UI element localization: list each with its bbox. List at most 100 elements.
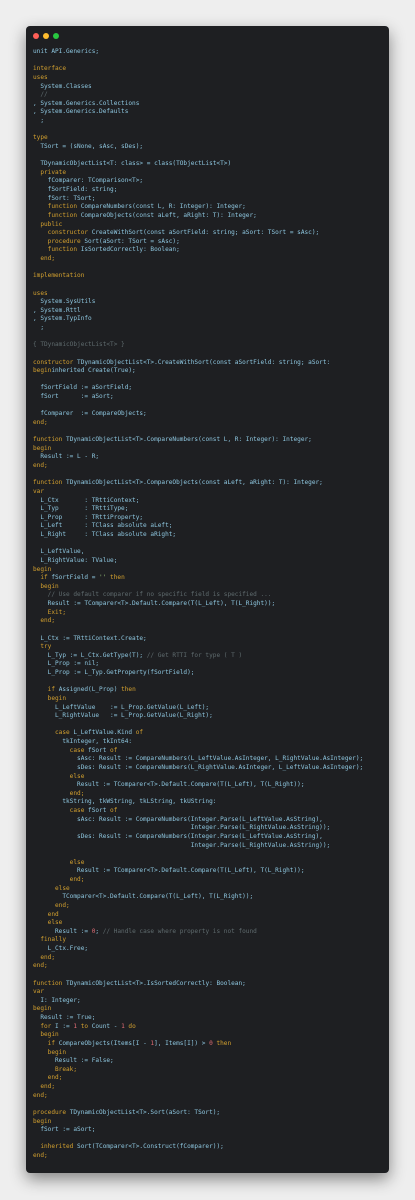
code-line: fSort := aSort; bbox=[33, 1126, 387, 1135]
code-line: fComparer := CompareObjects; bbox=[33, 410, 387, 419]
code-line: L_LeftValue := L_Prop.GetValue(L_Left); bbox=[33, 704, 387, 713]
code-token: Result := False; bbox=[33, 1057, 114, 1065]
code-line: TDynamicObjectList<T: class> = class(TOb… bbox=[33, 160, 387, 169]
code-line: fSortField := aSortField; bbox=[33, 384, 387, 393]
window-titlebar bbox=[26, 26, 389, 46]
code-line: for I := 1 to Count - 1 do bbox=[33, 1023, 387, 1032]
code-token: else bbox=[33, 858, 85, 866]
code-line: begin bbox=[33, 583, 387, 592]
code-line: procedure Sort(aSort: TSort = sAsc); bbox=[33, 238, 387, 247]
code-token: ], Items[I]) > bbox=[154, 1039, 210, 1047]
code-token: implementation bbox=[33, 272, 85, 280]
code-line: Result := L - R; bbox=[33, 453, 387, 462]
code-token: L_Ctx.Free; bbox=[33, 945, 89, 952]
code-token: constructor bbox=[33, 358, 78, 366]
minimize-button[interactable] bbox=[43, 33, 49, 39]
code-token: L_Prop := nil; bbox=[33, 660, 100, 668]
code-token: end bbox=[33, 910, 59, 918]
code-token: end; bbox=[33, 1074, 63, 1082]
code-token: , System.Generics.Collections bbox=[33, 99, 140, 107]
code-line: fSort := aSort; bbox=[33, 393, 387, 402]
code-line: Result := TComparer<T>.Default.Compare(T… bbox=[33, 781, 387, 790]
code-token: L_Prop := L_Typ.GetProperty(fSortField); bbox=[33, 669, 195, 676]
code-line: L_Left : TClass absolute aLeft; bbox=[33, 522, 387, 531]
code-token: begin bbox=[33, 565, 52, 573]
code-line: L_Ctx : TRttiContext; bbox=[33, 497, 387, 506]
code-token: if bbox=[33, 574, 52, 582]
code-line: end bbox=[33, 911, 387, 920]
code-line: Result := TComparer<T>.Default.Compare(T… bbox=[33, 600, 387, 609]
code-token: do bbox=[124, 1022, 136, 1030]
code-line: end; bbox=[33, 255, 387, 264]
code-token: TDynamicObjectList<T>.IsSortedCorrectly:… bbox=[66, 979, 246, 987]
code-token: begin bbox=[33, 1048, 67, 1056]
code-token: end; bbox=[33, 617, 56, 625]
code-token: function bbox=[33, 979, 67, 987]
code-line: end; bbox=[33, 419, 387, 428]
code-editor[interactable]: unit API.Generics; interface uses System.… bbox=[33, 48, 387, 1167]
code-token: case bbox=[33, 807, 89, 814]
code-token: fSortField := aSortField; bbox=[33, 384, 133, 392]
code-line: TComparer<T>.Default.Compare(T(L_Left), … bbox=[33, 893, 387, 902]
code-token: fSort := aSort; bbox=[33, 393, 114, 400]
code-token: TComparer<T>.Default.Compare(T(L_Left), … bbox=[33, 893, 254, 901]
code-line: function CompareNumbers(const L, R: Inte… bbox=[33, 203, 387, 212]
code-token: begin bbox=[33, 1117, 52, 1125]
code-token: fSort bbox=[88, 807, 111, 814]
code-token: System.SysUtils bbox=[33, 298, 96, 306]
code-token: sAsc: Result := CompareNumbers(Integer.P… bbox=[33, 815, 323, 823]
close-button[interactable] bbox=[33, 33, 39, 39]
code-token: CompareObjects(const aLeft, aRight: T): … bbox=[80, 211, 257, 219]
code-token: ; bbox=[33, 324, 45, 331]
code-line: begin bbox=[33, 445, 387, 454]
code-window: unit API.Generics; interface uses System.… bbox=[26, 26, 389, 1173]
code-token: begin bbox=[33, 444, 52, 452]
code-token: fSort := aSort; bbox=[33, 1126, 96, 1134]
code-line: System.SysUtils bbox=[33, 298, 387, 307]
code-token: L_RightValue := L_Prop.GetValue(L_Right)… bbox=[33, 712, 213, 720]
code-line: uses bbox=[33, 74, 387, 83]
code-token: Result := L - R; bbox=[33, 453, 100, 461]
code-line: interface bbox=[33, 65, 387, 74]
code-token: end; bbox=[33, 1152, 48, 1159]
code-line: try bbox=[33, 643, 387, 652]
code-line: // Use default comparer if no specific f… bbox=[33, 591, 387, 600]
code-token: Sort(aSort: TSort = sAsc); bbox=[84, 237, 180, 245]
code-token: end; bbox=[33, 901, 70, 909]
code-line: end; bbox=[33, 1083, 387, 1092]
code-token: L_Typ : TRttiType; bbox=[33, 505, 129, 513]
code-line: L_Typ : TRttiType; bbox=[33, 505, 387, 514]
code-token: TDynamicObjectList<T>.Sort(aSort: TSort)… bbox=[69, 1108, 221, 1116]
code-line: function TDynamicObjectList<T>.CompareNu… bbox=[33, 436, 387, 445]
code-token: end; bbox=[33, 1083, 56, 1090]
code-line: end; bbox=[33, 876, 387, 885]
code-token: , System.Generics.Defaults bbox=[33, 108, 129, 116]
code-line: uses bbox=[33, 290, 387, 299]
code-line: end; bbox=[33, 954, 387, 963]
code-line: Integer.Parse(L_RightValue.AsString)); bbox=[33, 824, 387, 833]
code-token: to bbox=[77, 1022, 92, 1030]
maximize-button[interactable] bbox=[53, 33, 59, 39]
code-token: end; bbox=[33, 1091, 48, 1099]
code-token: function bbox=[33, 211, 81, 219]
code-line: Result := False; bbox=[33, 1057, 387, 1066]
code-token: sDes: Result := CompareNumbers(Integer.P… bbox=[33, 832, 323, 840]
code-token: L_Prop : TRttiProperty; bbox=[33, 513, 144, 521]
code-line: ; bbox=[33, 324, 387, 333]
code-token: Integer.Parse(L_RightValue.AsString)); bbox=[33, 824, 331, 832]
code-token: fComparer := CompareObjects; bbox=[33, 410, 147, 418]
code-token: end; bbox=[33, 962, 48, 970]
code-token: function bbox=[33, 246, 81, 254]
code-token: CompareObjects(Items[I - bbox=[58, 1039, 151, 1047]
code-line: public bbox=[33, 221, 387, 230]
code-token: Result := bbox=[33, 927, 92, 935]
code-line: else bbox=[33, 885, 387, 894]
